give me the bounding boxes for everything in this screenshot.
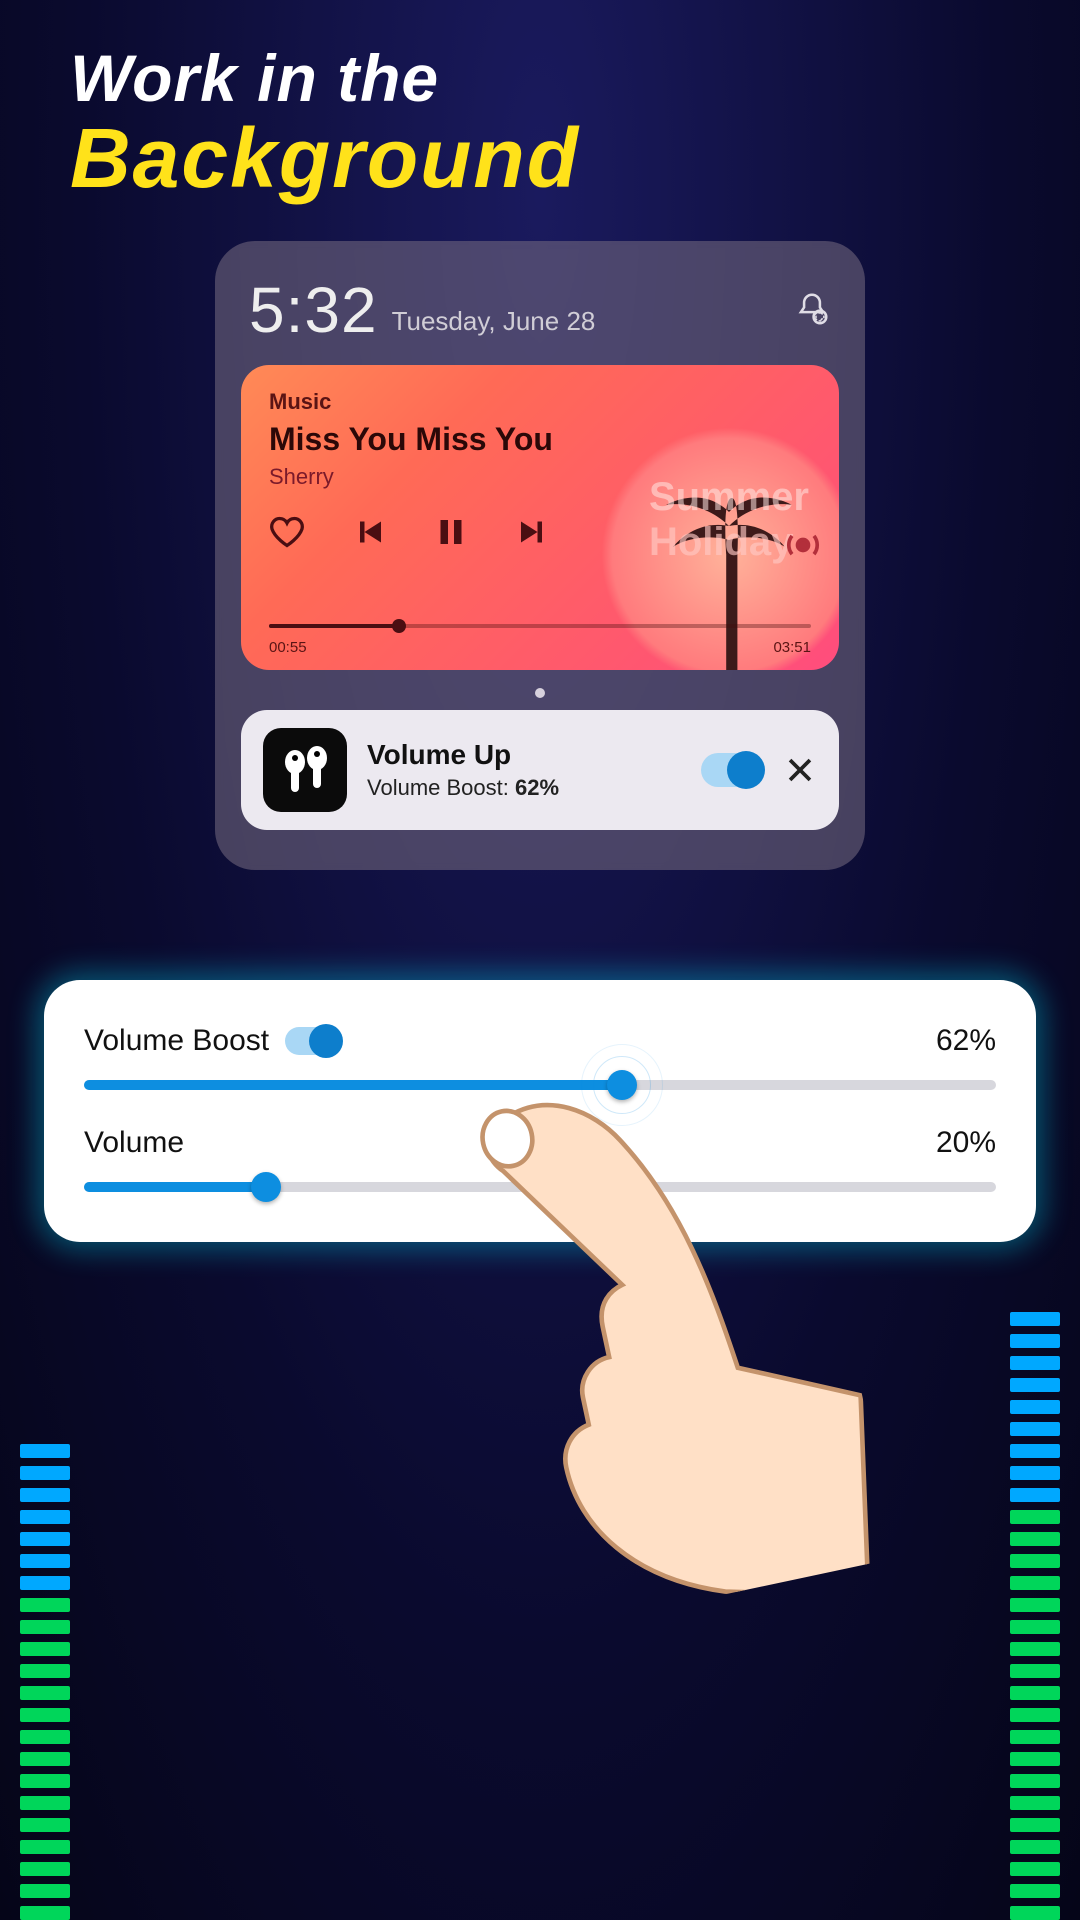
volume-fill xyxy=(84,1182,266,1192)
equalizer-left xyxy=(20,1444,70,1920)
cast-audio-icon[interactable] xyxy=(781,523,825,567)
volume-up-title: Volume Up xyxy=(367,739,559,771)
volume-boost-toggle[interactable] xyxy=(285,1027,341,1055)
music-progress-fill xyxy=(269,624,399,628)
headline-line1: Work in the xyxy=(70,40,1010,116)
music-total: 03:51 xyxy=(773,639,811,656)
volume-boost-label: Volume Boost xyxy=(84,1024,269,1058)
volume-boost-slider[interactable] xyxy=(84,1080,996,1090)
music-progress-thumb[interactable] xyxy=(392,619,406,633)
notification-settings-icon[interactable] xyxy=(793,290,831,333)
next-icon[interactable] xyxy=(515,514,551,550)
volume-thumb[interactable] xyxy=(251,1172,281,1202)
headline: Work in the Background xyxy=(0,0,1080,217)
headline-line2: Background xyxy=(70,110,1010,207)
previous-icon[interactable] xyxy=(351,514,387,550)
earbuds-icon xyxy=(263,728,347,812)
volume-up-toggle[interactable] xyxy=(701,753,763,787)
music-progress-track[interactable] xyxy=(269,624,811,628)
volume-boost-value: 62% xyxy=(936,1024,996,1058)
music-elapsed: 00:55 xyxy=(269,639,307,656)
track-title: Miss You Miss You xyxy=(269,421,811,458)
close-icon[interactable] xyxy=(783,753,817,787)
volume-up-subtitle-value: 62% xyxy=(515,775,559,800)
notification-shade: 5:32 Tuesday, June 28 Summer Holiday Mus… xyxy=(215,241,865,870)
album-overlay-line1: Summer xyxy=(649,475,809,520)
volume-up-notification[interactable]: Volume Up Volume Boost: 62% xyxy=(241,710,839,830)
volume-up-text: Volume Up Volume Boost: 62% xyxy=(367,739,559,801)
clock-time: 5:32 xyxy=(249,273,378,347)
like-icon[interactable] xyxy=(269,514,305,550)
volume-value: 20% xyxy=(936,1126,996,1160)
clock-date: Tuesday, June 28 xyxy=(392,306,596,337)
volume-label: Volume xyxy=(84,1126,184,1160)
music-app-label: Music xyxy=(269,389,811,415)
volume-up-subtitle-label: Volume Boost: xyxy=(367,775,509,800)
music-notification[interactable]: Summer Holiday Music Miss You Miss You S… xyxy=(241,365,839,670)
music-times: 00:55 03:51 xyxy=(269,639,811,656)
equalizer-right xyxy=(1010,1312,1060,1920)
pause-icon[interactable] xyxy=(433,514,469,550)
status-clock-row: 5:32 Tuesday, June 28 xyxy=(249,273,831,347)
pager-dot xyxy=(535,688,545,698)
volume-boost-fill xyxy=(84,1080,622,1090)
